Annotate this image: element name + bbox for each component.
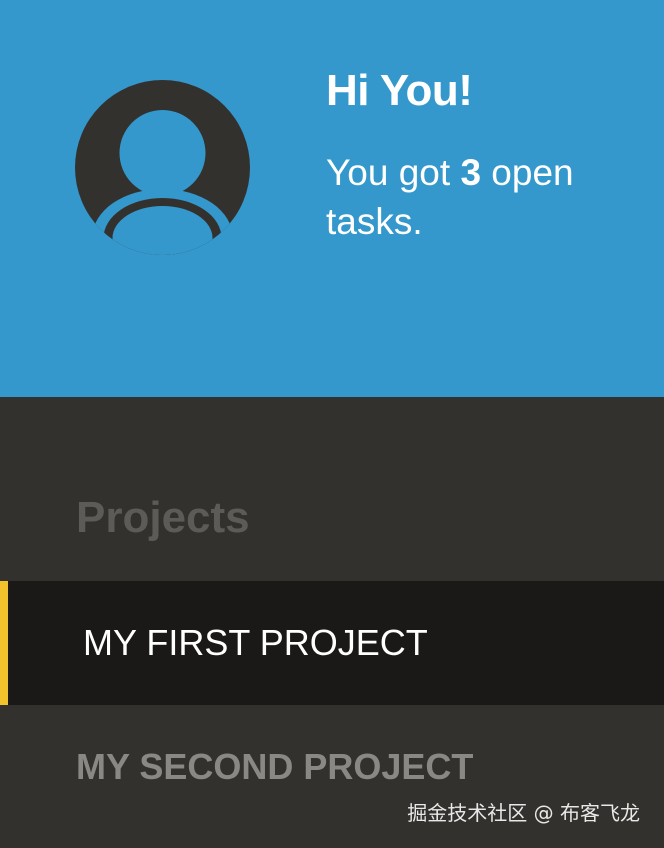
project-item-label: MY FIRST PROJECT	[83, 622, 428, 663]
projects-heading: Projects	[76, 493, 250, 542]
greeting-title: Hi You!	[326, 66, 473, 115]
open-task-count: 3	[460, 152, 482, 193]
project-item-first[interactable]: MY FIRST PROJECT	[0, 581, 664, 705]
open-tasks-summary: You got 3 open tasks.	[326, 148, 626, 246]
profile-header: Hi You! You got 3 open tasks.	[0, 0, 664, 397]
watermark: 掘金技术社区 @ 布客飞龙	[407, 801, 640, 825]
open-tasks-prefix: You got	[326, 152, 461, 193]
user-avatar-icon[interactable]	[75, 80, 250, 255]
